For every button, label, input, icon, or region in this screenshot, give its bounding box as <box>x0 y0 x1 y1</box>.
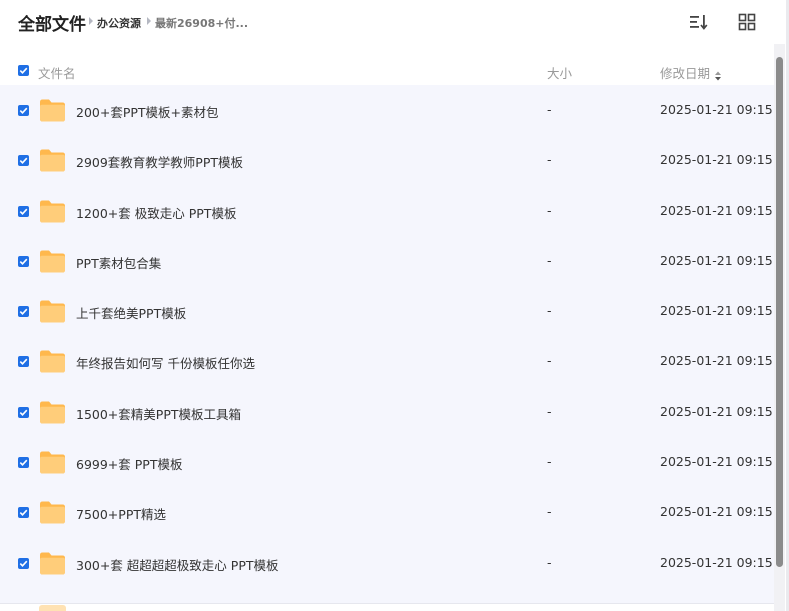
folder-icon <box>39 199 66 224</box>
row-checkbox[interactable] <box>18 507 29 519</box>
file-row[interactable]: 年终报告如何写 千份模板任你选 - 2025-01-21 09:15 <box>0 336 774 386</box>
file-name[interactable]: 300+套 超超超超极致走心 PPT模板 <box>76 555 279 574</box>
column-header-date[interactable]: 修改日期 <box>660 63 710 82</box>
folder-icon <box>39 500 66 525</box>
grid-view-icon[interactable] <box>737 12 757 32</box>
row-checkbox[interactable] <box>18 255 29 267</box>
file-name[interactable]: 1200+套 极致走心 PPT模板 <box>76 203 236 222</box>
folder-icon <box>39 400 66 425</box>
file-size: - <box>547 152 552 168</box>
file-row[interactable]: 7500+PPT精选 - 2025-01-21 09:15 <box>0 487 774 537</box>
file-row[interactable]: 6999+套 PPT模板 - 2025-01-21 09:15 <box>0 437 774 487</box>
breadcrumb-separator-icon <box>147 17 151 25</box>
breadcrumb-item-level2[interactable]: 最新26908+付... <box>155 15 248 31</box>
file-size: - <box>547 102 552 117</box>
file-size: - <box>547 554 552 570</box>
file-name[interactable]: 上千套绝美PPT模板 <box>76 303 186 322</box>
file-modified-date: 2025-01-21 09:15 <box>660 102 773 117</box>
file-modified-date: 2025-01-21 09:15 <box>660 202 773 218</box>
folder-icon <box>39 249 66 274</box>
folder-icon <box>39 450 66 475</box>
select-all-checkbox[interactable] <box>18 65 29 76</box>
file-modified-date: 2025-01-21 09:15 <box>660 554 773 570</box>
file-row[interactable]: 1500+套精美PPT模板工具箱 - 2025-01-21 09:15 <box>0 387 774 437</box>
column-header-size[interactable]: 大小 <box>547 63 572 82</box>
file-name[interactable]: 1500+套精美PPT模板工具箱 <box>76 404 241 423</box>
column-header-name[interactable]: 文件名 <box>38 63 76 82</box>
file-size: - <box>547 403 552 419</box>
folder-icon <box>39 349 66 374</box>
sort-caret-icon[interactable] <box>715 66 721 81</box>
file-row[interactable]: PPT素材包合集 - 2025-01-21 09:15 <box>0 236 774 286</box>
file-name[interactable]: 7500+PPT精选 <box>76 504 166 523</box>
file-name[interactable]: 200+套PPT模板+素材包 <box>76 102 219 121</box>
file-size: - <box>547 353 552 369</box>
file-size: - <box>547 454 552 470</box>
breadcrumb-item-level1[interactable]: 办公资源 <box>97 15 141 31</box>
folder-icon <box>39 551 66 576</box>
sort-list-icon[interactable] <box>688 12 708 32</box>
row-checkbox[interactable] <box>18 457 29 469</box>
file-row[interactable]: 300+套 超超超超极致走心 PPT模板 - 2025-01-21 09:15 <box>0 538 774 588</box>
file-size: - <box>547 504 552 520</box>
file-row[interactable]: 上千套绝美PPT模板 - 2025-01-21 09:15 <box>0 286 774 336</box>
file-row[interactable]: 2909套教育教学教师PPT模板 - 2025-01-21 09:15 <box>0 135 774 185</box>
file-modified-date: 2025-01-21 09:15 <box>660 303 773 319</box>
folder-icon <box>39 148 66 173</box>
file-modified-date: 2025-01-21 09:15 <box>660 454 773 470</box>
file-size: - <box>547 303 552 319</box>
column-header-row: 文件名 大小 修改日期 <box>0 56 774 84</box>
folder-icon <box>39 98 66 123</box>
file-name[interactable]: 年终报告如何写 千份模板任你选 <box>76 353 255 372</box>
file-modified-date: 2025-01-21 09:15 <box>660 152 773 168</box>
header: 全部文件 办公资源 最新26908+付... <box>0 0 789 44</box>
file-name[interactable]: PPT素材包合集 <box>76 253 161 272</box>
row-checkbox[interactable] <box>18 406 29 418</box>
row-checkbox[interactable] <box>18 306 29 318</box>
folder-icon <box>39 605 66 611</box>
file-row[interactable]: 1200+套 极致走心 PPT模板 - 2025-01-21 09:15 <box>0 186 774 236</box>
file-modified-date: 2025-01-21 09:15 <box>660 252 773 268</box>
file-modified-date: 2025-01-21 09:15 <box>660 353 773 369</box>
row-checkbox[interactable] <box>18 557 29 569</box>
file-size: - <box>547 252 552 268</box>
file-modified-date: 2025-01-21 09:15 <box>660 504 773 520</box>
list-bottom-divider <box>0 603 774 604</box>
row-checkbox[interactable] <box>18 205 29 217</box>
file-name[interactable]: 2909套教育教学教师PPT模板 <box>76 152 243 171</box>
row-checkbox[interactable] <box>18 356 29 368</box>
file-name[interactable]: 6999+套 PPT模板 <box>76 454 182 473</box>
row-checkbox[interactable] <box>18 105 29 116</box>
file-modified-date: 2025-01-21 09:15 <box>660 403 773 419</box>
folder-icon <box>39 299 66 324</box>
file-list: 200+套PPT模板+素材包 -2025-01-21 09:15 2909套教育教学… <box>0 85 774 603</box>
file-row[interactable]: 200+套PPT模板+素材包 - 2025-01-21 09:15 <box>0 85 774 135</box>
breadcrumb-root[interactable]: 全部文件 <box>18 10 86 35</box>
row-checkbox[interactable] <box>18 155 29 167</box>
file-size: - <box>547 202 552 218</box>
scrollbar-thumb[interactable] <box>776 57 783 567</box>
breadcrumb-separator-icon <box>89 17 93 25</box>
